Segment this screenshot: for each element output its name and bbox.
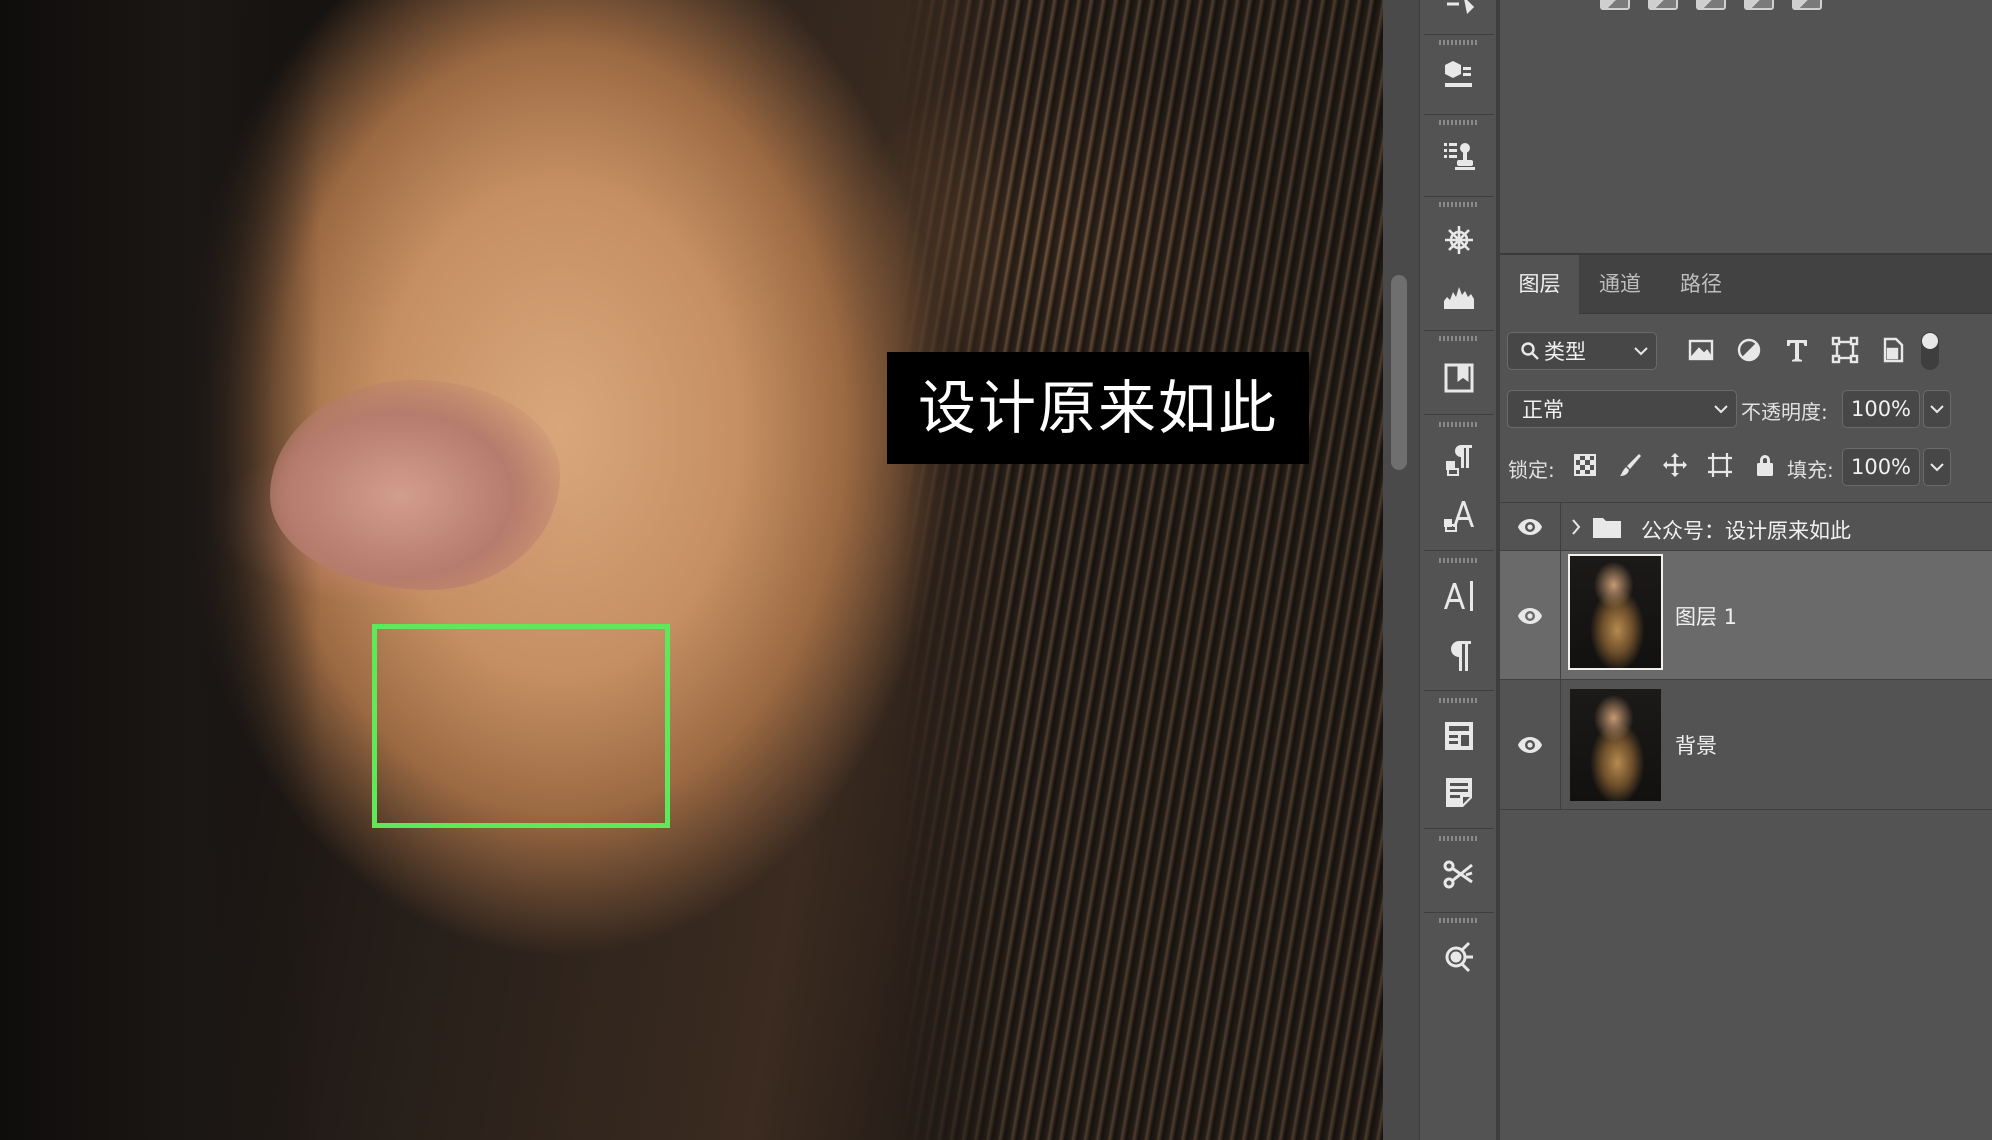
layer-filter-label: 类型 <box>1544 340 1586 364</box>
layer-thumbnail[interactable] <box>1568 554 1663 670</box>
tab-paths[interactable]: 路径 <box>1661 255 1741 314</box>
adjustment-icons-row <box>1500 0 1992 14</box>
chevron-down-icon <box>1930 463 1944 472</box>
chevron-down-icon <box>1634 347 1648 356</box>
layer-thumbnail[interactable] <box>1570 689 1661 801</box>
fill-label: 填充: <box>1787 458 1834 482</box>
pixel-layer-filter-icon[interactable] <box>1684 333 1718 367</box>
opacity-label: 不透明度: <box>1741 400 1828 424</box>
layer-filter-select[interactable]: 类型 <box>1507 332 1657 370</box>
blend-mode-select[interactable]: 正常 <box>1507 390 1737 428</box>
color-balance-icon[interactable] <box>1696 0 1726 10</box>
clone-stamp-icon[interactable] <box>1439 136 1479 176</box>
layer-name: 公众号：设计原来如此 <box>1641 519 1851 543</box>
chevron-down-icon <box>1930 405 1944 414</box>
type-layer-filter-icon[interactable] <box>1780 333 1814 367</box>
fill-dropdown-button[interactable] <box>1923 448 1951 486</box>
photo-lips <box>270 380 560 590</box>
chevron-down-icon <box>1714 405 1728 414</box>
search-icon <box>1521 342 1539 360</box>
adjustment-layer-filter-icon[interactable] <box>1732 333 1766 367</box>
blend-mode-value: 正常 <box>1522 398 1564 422</box>
layer-row-background[interactable]: 背景 <box>1500 680 1992 810</box>
selection-box[interactable] <box>372 624 670 828</box>
photo-hair-left <box>0 0 320 1140</box>
paragraph-panel-icon[interactable] <box>1439 636 1479 676</box>
visibility-eye-icon[interactable] <box>1515 512 1545 542</box>
curves-adjustment-icon[interactable] <box>1648 0 1678 10</box>
shape-layer-filter-icon[interactable] <box>1828 333 1862 367</box>
3d-cube-icon[interactable] <box>1439 54 1479 94</box>
modifier-keys-icon[interactable] <box>1439 936 1479 976</box>
lock-all-icon[interactable] <box>1750 450 1780 480</box>
glyphs-icon[interactable] <box>1439 716 1479 756</box>
opacity-dropdown-button[interactable] <box>1923 390 1951 428</box>
navigator-wheel-icon[interactable] <box>1439 220 1479 260</box>
layer-row-selected[interactable]: 图层 1 <box>1500 551 1992 680</box>
properties-icon[interactable] <box>1439 0 1479 24</box>
layer-name: 背景 <box>1675 734 1717 758</box>
histogram-icon[interactable] <box>1439 276 1479 316</box>
panel-icon-strip <box>1419 0 1497 1140</box>
canvas-scroll-gutter <box>1383 0 1419 1140</box>
watermark-label: 设计原来如此 <box>887 352 1309 464</box>
paragraph-style-icon[interactable] <box>1439 440 1479 480</box>
gradient-map-icon[interactable] <box>1792 0 1822 10</box>
channel-mixer-icon[interactable] <box>1744 0 1774 10</box>
document-canvas[interactable]: 设计原来如此 <box>0 0 1383 1140</box>
fill-input[interactable]: 100% <box>1842 448 1920 486</box>
tab-channels[interactable]: 通道 <box>1579 255 1661 314</box>
opacity-input[interactable]: 100% <box>1842 390 1920 428</box>
character-style-icon[interactable] <box>1439 496 1479 536</box>
smart-object-filter-icon[interactable] <box>1876 333 1910 367</box>
layers-panel: 图层 通道 路径 类型 正常 不透明度: 100% 锁定: 填充: 100% 公… <box>1500 0 1992 1140</box>
lock-artboard-icon[interactable] <box>1705 450 1735 480</box>
chevron-right-icon[interactable] <box>1571 519 1581 535</box>
libraries-icon[interactable] <box>1439 358 1479 398</box>
lock-transparent-pixels-icon[interactable] <box>1570 450 1600 480</box>
levels-adjustment-icon[interactable] <box>1600 0 1630 10</box>
character-panel-icon[interactable] <box>1439 576 1479 616</box>
photo-hair-right <box>900 0 1383 1140</box>
tab-layers[interactable]: 图层 <box>1500 255 1579 314</box>
visibility-eye-icon[interactable] <box>1515 730 1545 760</box>
filter-toggle-switch[interactable] <box>1921 332 1939 370</box>
lock-label: 锁定: <box>1508 458 1555 482</box>
lock-position-icon[interactable] <box>1660 450 1690 480</box>
lock-image-pixels-icon[interactable] <box>1615 450 1645 480</box>
layer-name: 图层 1 <box>1675 605 1738 629</box>
visibility-eye-icon[interactable] <box>1515 601 1545 631</box>
notes-icon[interactable] <box>1439 772 1479 812</box>
vertical-scrollbar-thumb[interactable] <box>1391 275 1407 470</box>
layer-row-group[interactable]: 公众号：设计原来如此 <box>1500 503 1992 551</box>
folder-icon <box>1593 518 1621 538</box>
layers-panel-tabs: 图层 通道 路径 <box>1500 255 1992 314</box>
tool-presets-icon[interactable] <box>1439 854 1479 894</box>
